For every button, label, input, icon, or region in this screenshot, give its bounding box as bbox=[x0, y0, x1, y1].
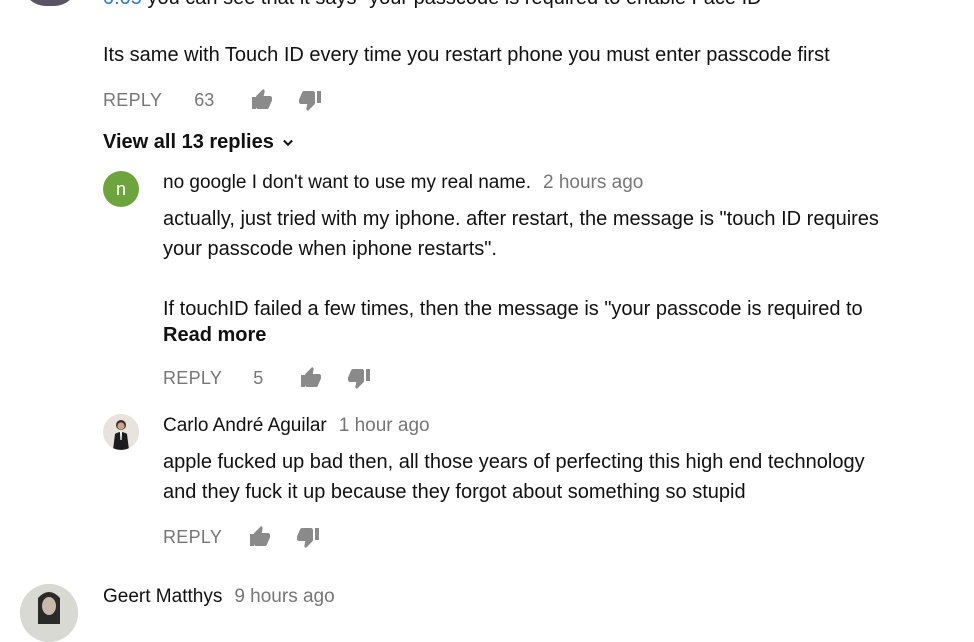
avatar[interactable] bbox=[20, 584, 78, 642]
like-count: 5 bbox=[253, 367, 264, 388]
thumb-down-icon[interactable] bbox=[296, 525, 320, 549]
thumb-down-icon[interactable] bbox=[298, 88, 322, 112]
thumb-up-icon[interactable] bbox=[250, 88, 274, 112]
author-name[interactable]: Geert Matthys bbox=[103, 586, 222, 608]
reply-header: no google I don't want to use my real na… bbox=[163, 172, 643, 194]
author-name[interactable]: no google I don't want to use my real na… bbox=[163, 172, 531, 194]
reply-header: Carlo André Aguilar 1 hour ago bbox=[163, 415, 430, 437]
comment-text: you can see that it says "your passcode … bbox=[142, 0, 768, 9]
thumb-down-icon[interactable] bbox=[347, 366, 371, 390]
reply-text-line: If touchID failed a few times, then the … bbox=[163, 298, 863, 320]
reply-time[interactable]: 1 hour ago bbox=[339, 415, 430, 437]
avatar[interactable] bbox=[22, 0, 78, 6]
avatar-photo-image bbox=[20, 584, 78, 642]
reply-text-line: and they fuck it up because they forgot … bbox=[163, 481, 746, 503]
thumb-up-icon[interactable] bbox=[248, 525, 272, 549]
read-more-link[interactable]: Read more bbox=[163, 324, 266, 347]
avatar[interactable] bbox=[103, 414, 139, 450]
comment-body: Its same with Touch ID every time you re… bbox=[103, 44, 830, 66]
reply-actions: REPLY bbox=[163, 524, 320, 550]
reply-actions: REPLY 5 bbox=[163, 365, 371, 391]
reply-text-line: actually, just tried with my iphone. aft… bbox=[163, 208, 879, 230]
avatar[interactable]: n bbox=[103, 171, 139, 207]
reply-text-line: your passcode when iphone restarts". bbox=[163, 238, 497, 260]
like-count: 63 bbox=[194, 89, 215, 110]
avatar-photo-image bbox=[103, 414, 139, 450]
comment-header: Geert Matthys 9 hours ago bbox=[103, 586, 335, 608]
reply-button[interactable]: REPLY bbox=[163, 527, 222, 548]
avatar-letter: n bbox=[115, 178, 126, 199]
chevron-down-icon bbox=[282, 139, 293, 146]
comment-cut-line: 0:05 you can see that it says "your pass… bbox=[103, 0, 769, 13]
view-replies-label: View all 13 replies bbox=[103, 131, 274, 153]
reply-time[interactable]: 2 hours ago bbox=[543, 172, 643, 194]
reply-button[interactable]: REPLY bbox=[103, 90, 162, 111]
view-replies-button[interactable]: View all 13 replies bbox=[103, 131, 298, 154]
timestamp-link[interactable]: 0:05 bbox=[103, 0, 142, 9]
reply-text-line: apple fucked up bad then, all those year… bbox=[163, 451, 865, 473]
comment-time[interactable]: 9 hours ago bbox=[234, 586, 334, 608]
thumb-up-icon[interactable] bbox=[299, 366, 323, 390]
reply-button[interactable]: REPLY bbox=[163, 368, 222, 389]
comment-actions: REPLY 63 bbox=[103, 87, 322, 113]
author-name[interactable]: Carlo André Aguilar bbox=[163, 415, 327, 437]
